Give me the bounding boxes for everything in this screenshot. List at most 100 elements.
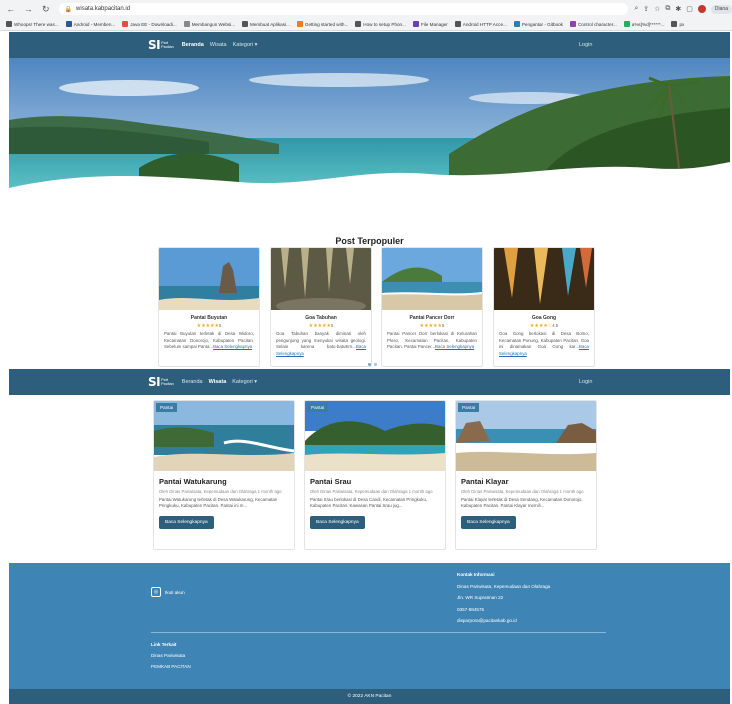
instagram-follow[interactable]: ◎ Ikuti akun — [151, 587, 185, 597]
url-text: wisata.kabpacitan.id — [76, 6, 131, 12]
bookmark-item[interactable]: a%s[%d]******... — [623, 21, 664, 27]
address-bar[interactable]: 🔒 wisata.kabpacitan.id — [58, 3, 629, 15]
bookmark-item[interactable]: Control character... — [569, 21, 617, 27]
brand-logo[interactable]: SI Part Pacitan — [148, 38, 174, 52]
login-link[interactable]: Login — [579, 379, 592, 385]
read-more-link[interactable]: Baca Selengkapnya — [435, 344, 474, 349]
nav-beranda[interactable]: Beranda — [182, 42, 204, 48]
bookmark-favicon-icon — [122, 21, 129, 27]
brand-subtitle: Part Pacitan — [161, 378, 174, 386]
wisata-card[interactable]: Pantai Pantai Watukarung Oleh Dinas Pari… — [153, 400, 295, 550]
contact-info: Kontak Informasi Dinas Pariwisata, Kepem… — [457, 569, 550, 627]
bookmark-item[interactable]: Android - Memben... — [65, 21, 116, 27]
bookmark-label: Membuat Aplikasi... — [250, 21, 290, 27]
bookmark-favicon-icon — [513, 21, 520, 27]
wisata-card-title[interactable]: Pantai Srau — [310, 477, 445, 486]
bookmark-item[interactable]: File Manager — [412, 21, 448, 27]
popular-card-image — [271, 248, 371, 310]
forward-icon[interactable]: → — [22, 3, 36, 15]
extension-icon[interactable]: ⧉ — [665, 5, 670, 13]
brand-sub-line2: Pacitan — [161, 382, 174, 386]
category-badge[interactable]: Pantai — [458, 403, 480, 412]
popular-card-excerpt: Goa Tabuhan banyak diminati oleh pengunj… — [276, 331, 366, 350]
rating-star-icons: ★★★★☆ — [529, 323, 553, 329]
link-pemkab-pacitan[interactable]: PEMKAB PACITAN — [151, 661, 191, 672]
nav-wisata[interactable]: Wisata — [210, 42, 227, 48]
reload-icon[interactable]: ↻ — [39, 3, 53, 15]
brand-logo[interactable]: SI Part Pacitan — [148, 375, 174, 389]
read-more-link[interactable]: Baca Selengkapnya — [213, 344, 252, 349]
nav-kategori-dropdown[interactable]: Kategori ▾ — [232, 379, 257, 385]
instagram-icon[interactable]: ◎ — [151, 587, 161, 597]
main-menu: Beranda Wisata Kategori ▾ — [182, 379, 257, 385]
popular-card-description: Pantai Pancer Dorr berlokasi di Keluraha… — [382, 329, 482, 351]
bookmark-label: Pengantar - Gitbook — [521, 21, 563, 27]
popular-card-title[interactable]: Goa Tabuhan — [271, 315, 371, 321]
bookmark-item[interactable]: How to setup Phon... — [355, 21, 406, 27]
read-more-button[interactable]: Baca Selengkapnya — [461, 515, 516, 529]
popular-card[interactable]: Pantai Buyutan ★★★★★5 Pantai Buyutan ter… — [158, 247, 260, 367]
bookmark-favicon-icon — [65, 21, 72, 27]
nav-beranda[interactable]: Beranda — [182, 379, 203, 385]
bookmark-favicon-icon — [569, 21, 576, 27]
section-title-popular: Post Terpopuler — [335, 236, 404, 246]
login-link[interactable]: Login — [579, 42, 592, 48]
profile-button[interactable]: Diana — [710, 4, 732, 14]
category-badge[interactable]: Pantai — [307, 403, 329, 412]
nav-wisata[interactable]: Wisata — [209, 379, 227, 385]
back-icon[interactable]: ← — [4, 3, 18, 15]
footer-divider — [151, 632, 606, 633]
bookmark-favicon-icon — [454, 21, 461, 27]
link-dinas-pariwisata[interactable]: Dinas Pariwisata — [151, 650, 191, 661]
read-more-button[interactable]: Baca Selengkapnya — [159, 515, 214, 529]
popular-card[interactable]: Pantai Pancer Dorr ★★★★★5 Pantai Pancer … — [381, 247, 483, 367]
nav-kategori-dropdown[interactable]: Kategori ▾ — [233, 42, 258, 48]
site-footer: ◎ Ikuti akun Kontak Informasi Dinas Pari… — [9, 563, 730, 689]
bookmark-favicon-icon — [412, 21, 419, 27]
carousel-dot[interactable] — [374, 363, 377, 366]
popular-card-image — [159, 248, 259, 310]
instagram-label[interactable]: Ikuti akun — [165, 590, 185, 595]
bookmark-item[interactable]: Getting started with... — [296, 21, 348, 27]
share-icon[interactable]: ⇪ — [643, 5, 649, 13]
wisata-card-title[interactable]: Pantai Watukarung — [159, 477, 294, 486]
search-icon[interactable]: ⌕ — [634, 5, 638, 13]
rating-star-icons: ★★★★★ — [419, 323, 443, 329]
contact-address: Jln. WR Supratman 22 — [457, 595, 504, 600]
popular-card-description: Pantai Buyutan terletak di Desa Widoro, … — [159, 329, 259, 351]
carousel-dot[interactable] — [368, 363, 371, 366]
wisata-card[interactable]: Pantai Pantai Srau Oleh Dinas Pariwisata… — [304, 400, 446, 550]
rating-value: 4.5 — [552, 323, 559, 328]
popular-card-title[interactable]: Pantai Buyutan — [159, 315, 259, 321]
browser-toolbar: ⌕ ⇪ ☆ ⧉ ✱ ▢ Diana — [634, 4, 732, 14]
popular-card-image — [494, 248, 594, 310]
wisata-card-title[interactable]: Pantai Klayar — [461, 477, 596, 486]
popular-card-title[interactable]: Pantai Pancer Dorr — [382, 315, 482, 321]
bookmark-favicon-icon — [242, 21, 249, 27]
contact-phone: 0357-884575 — [457, 606, 485, 612]
bookmark-item[interactable]: Whoops! There was... — [6, 21, 59, 27]
bookmark-item[interactable]: Membangun Websi... — [183, 21, 235, 27]
main-menu: Beranda Wisata Kategori ▾ — [182, 42, 258, 48]
star-icon[interactable]: ☆ — [654, 5, 660, 13]
puzzle-icon[interactable]: ✱ — [675, 5, 681, 13]
popular-card-title[interactable]: Goa Gong — [494, 315, 594, 321]
wisata-card-description: Pantai Watukarung terletak di Desa Watuk… — [159, 497, 278, 509]
bookmark-item[interactable]: Java EE - Downloadi... — [122, 21, 177, 27]
bookmark-favicon-icon — [671, 21, 678, 27]
bookmarks-bar: Whoops! There was... Android - Memben... J… — [0, 18, 732, 30]
wisata-card[interactable]: Pantai Pantai Klayar Oleh Dinas Pariwisa… — [455, 400, 597, 550]
bookmark-label: Android - Memben... — [73, 21, 116, 27]
contact-email[interactable]: disparpora@pacitankab.go.id — [457, 615, 550, 627]
sidebar-icon[interactable]: ▢ — [686, 5, 693, 13]
popular-card[interactable]: Goa Tabuhan ★★★★★5 Goa Tabuhan banyak di… — [270, 247, 372, 367]
profile-avatar[interactable] — [697, 5, 706, 13]
read-more-button[interactable]: Baca Selengkapnya — [310, 515, 365, 529]
contact-org: Dinas Pariwisata, Kepemudaan dan Olahrag… — [457, 583, 551, 589]
bookmark-item[interactable]: px — [671, 21, 684, 27]
bookmark-item[interactable]: Android HTTP Acce... — [454, 21, 507, 27]
popular-card[interactable]: Goa Gong ★★★★☆4.5 Goa Gong berlokasi di … — [493, 247, 595, 367]
bookmark-item[interactable]: Pengantar - Gitbook — [513, 21, 563, 27]
bookmark-item[interactable]: Membuat Aplikasi... — [242, 21, 290, 27]
category-badge[interactable]: Pantai — [156, 403, 178, 412]
